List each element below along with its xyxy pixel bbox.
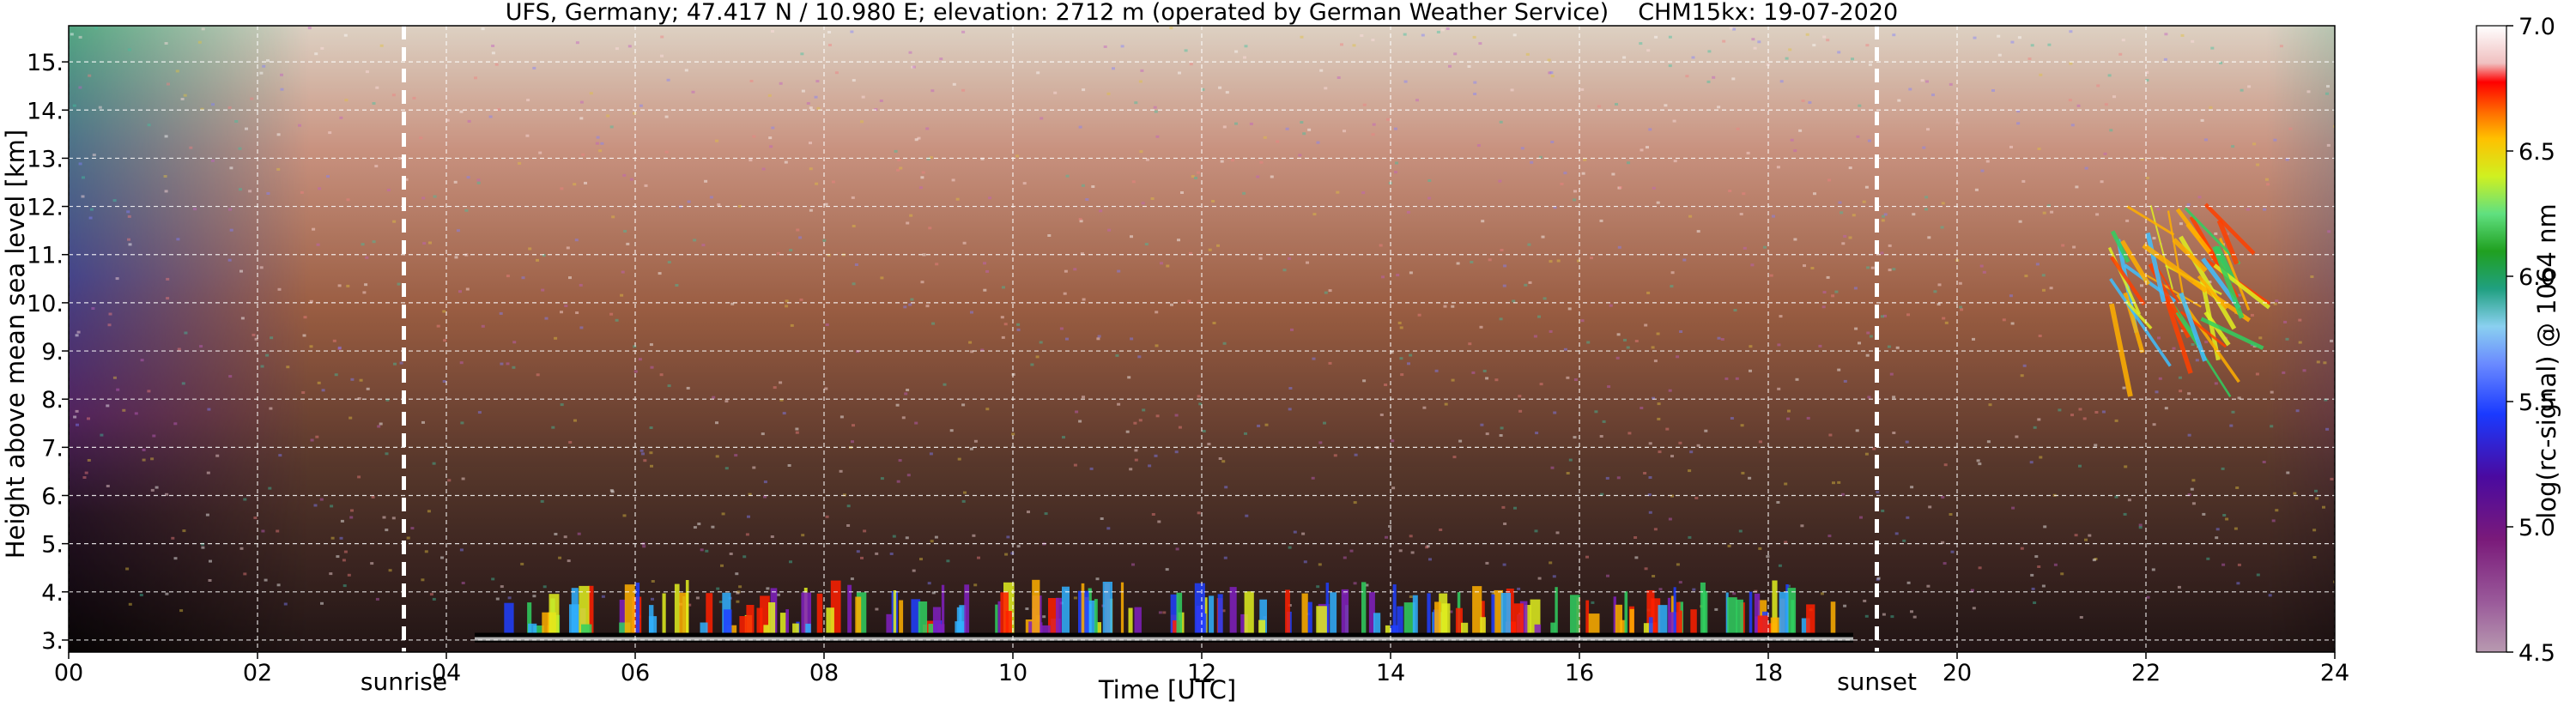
x-tick-label: 24	[2320, 660, 2349, 686]
colorbar-gradient	[2476, 26, 2506, 652]
x-tick-label: 16	[1565, 660, 1594, 686]
y-tick-label: 13.	[27, 146, 64, 172]
sunrise-label: sunrise	[361, 668, 447, 696]
title-site: UFS, Germany; 47.417 N / 10.980 E; eleva…	[505, 0, 1609, 26]
sunset-label: sunset	[1837, 668, 1917, 696]
title-instrument: CHM15kx: 19-07-2020	[1638, 0, 1899, 26]
ceilometer-chart: 00 02 04 06 08 10 12 14 16 18 20 22 24 3.4.5.6.7.8.9…	[27, 14, 2555, 696]
x-tick-label: 06	[621, 660, 650, 686]
y-tick-label: 8.	[41, 387, 64, 414]
heatmap-area	[69, 26, 2335, 652]
y-tick-label: 12.	[27, 195, 64, 221]
y-tick-label: 3.	[41, 628, 64, 655]
x-tick-label: 02	[243, 660, 272, 686]
x-tick-label: 18	[1754, 660, 1783, 686]
y-tick-label: 14.	[27, 98, 64, 124]
chart-title: UFS, Germany; 47.417 N / 10.980 E; eleva…	[69, 0, 2335, 26]
y-tick-label: 10.	[27, 291, 64, 317]
y-axis-label: Height above mean sea level [km]	[1, 129, 30, 559]
colorbar-tick-label: 4.5	[2518, 640, 2555, 667]
colorbar-tick-label: 7.0	[2518, 14, 2555, 40]
x-tick-label: 00	[54, 660, 83, 686]
x-axis-label: Time [UTC]	[1098, 675, 1237, 704]
x-tick-label: 22	[2131, 660, 2161, 686]
y-tick-label: 9.	[41, 339, 64, 366]
y-tick-label: 6.	[41, 484, 64, 511]
y-tick-label: 11.	[27, 243, 64, 269]
y-tick-label: 7.	[41, 435, 64, 462]
y-tick-label: 5.	[41, 532, 64, 559]
y-tick-label: 15.	[27, 50, 64, 76]
y-tick-label: 4.	[41, 580, 64, 607]
y-axis-ticks: 3. 4. 5. 6. 7. 8. 9. 10. 11. 12. 13. 14. 15.	[27, 50, 69, 655]
x-tick-label: 08	[809, 660, 839, 686]
x-tick-label: 20	[1943, 660, 1972, 686]
colorbar-label: log(rc-signal) @ 1064 nm	[2532, 203, 2561, 519]
